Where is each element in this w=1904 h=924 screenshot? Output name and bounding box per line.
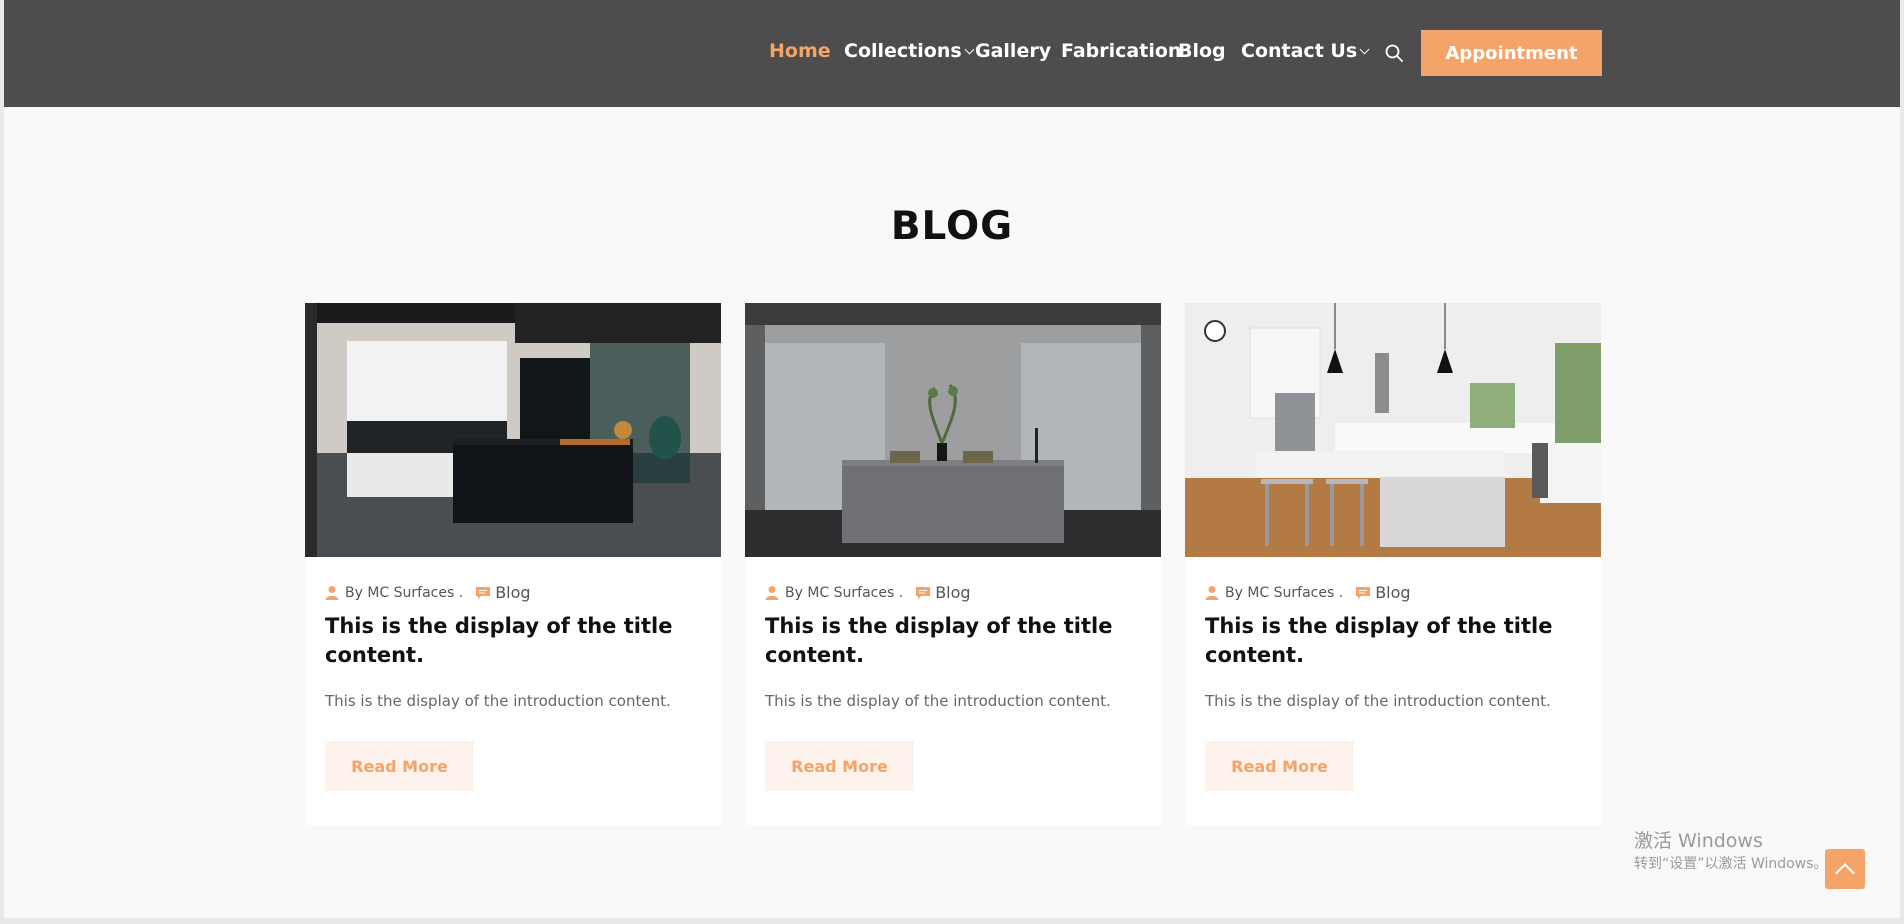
- post-author: By MC Surfaces .: [1225, 584, 1344, 601]
- blog-card: By MC Surfaces . Blog This is the displa…: [305, 303, 721, 825]
- activation-watermark-subtitle: 转到“设置”以激活 Windows。: [1634, 856, 1828, 872]
- nav-label: Home: [769, 40, 831, 62]
- nav-label: Collections: [844, 40, 962, 62]
- nav-label: Gallery: [975, 40, 1052, 62]
- post-meta: By MC Surfaces . Blog: [1205, 583, 1411, 602]
- page: Home Collections Gallery Fabrication Blo…: [4, 0, 1900, 918]
- nav-item-gallery[interactable]: Gallery: [975, 40, 1051, 62]
- post-meta: By MC Surfaces . Blog: [765, 583, 971, 602]
- post-title[interactable]: This is the display of the title content…: [1205, 612, 1585, 670]
- post-intro: This is the display of the introduction …: [1205, 692, 1551, 710]
- comment-icon: [916, 586, 931, 599]
- search-icon[interactable]: [1385, 44, 1403, 62]
- kitchen-image[interactable]: [1185, 303, 1601, 557]
- read-more-button[interactable]: Read More: [1205, 741, 1354, 791]
- blog-card: By MC Surfaces . Blog This is the displa…: [1185, 303, 1601, 825]
- appointment-button[interactable]: Appointment: [1421, 30, 1602, 76]
- post-category-link[interactable]: Blog: [495, 583, 530, 602]
- post-intro: This is the display of the introduction …: [325, 692, 671, 710]
- section-title: BLOG: [890, 204, 1014, 249]
- nav-label: Contact Us: [1241, 40, 1358, 62]
- nav-item-fabrication[interactable]: Fabrication: [1061, 40, 1181, 62]
- read-more-button[interactable]: Read More: [325, 741, 474, 791]
- post-category-link[interactable]: Blog: [935, 583, 970, 602]
- post-intro: This is the display of the introduction …: [765, 692, 1111, 710]
- comment-icon: [1356, 586, 1371, 599]
- kitchen-image[interactable]: [745, 303, 1161, 557]
- post-title[interactable]: This is the display of the title content…: [765, 612, 1145, 670]
- nav-item-collections[interactable]: Collections: [844, 40, 975, 62]
- activation-watermark-title: 激活 Windows: [1634, 830, 1763, 852]
- post-category-link[interactable]: Blog: [1375, 583, 1410, 602]
- nav-item-home[interactable]: Home: [769, 40, 831, 62]
- post-meta: By MC Surfaces . Blog: [325, 583, 531, 602]
- user-icon: [1205, 586, 1219, 600]
- chevron-up-icon: [1835, 862, 1855, 883]
- chevron-down-icon: [1359, 44, 1370, 55]
- read-more-button[interactable]: Read More: [765, 741, 914, 791]
- user-icon: [325, 586, 339, 600]
- post-title[interactable]: This is the display of the title content…: [325, 612, 705, 670]
- chevron-down-icon: [964, 44, 975, 55]
- nav-item-contact-us[interactable]: Contact Us: [1241, 40, 1370, 62]
- post-author: By MC Surfaces .: [785, 584, 904, 601]
- nav-label: Fabrication: [1061, 40, 1182, 62]
- comment-icon: [476, 586, 491, 599]
- post-author: By MC Surfaces .: [345, 584, 464, 601]
- nav-item-blog[interactable]: Blog: [1178, 40, 1226, 62]
- nav-label: Blog: [1178, 40, 1226, 62]
- back-to-top-button[interactable]: [1825, 849, 1865, 889]
- user-icon: [765, 586, 779, 600]
- blog-card: By MC Surfaces . Blog This is the displa…: [745, 303, 1161, 825]
- site-header: Home Collections Gallery Fabrication Blo…: [4, 0, 1900, 107]
- kitchen-image[interactable]: [305, 303, 721, 557]
